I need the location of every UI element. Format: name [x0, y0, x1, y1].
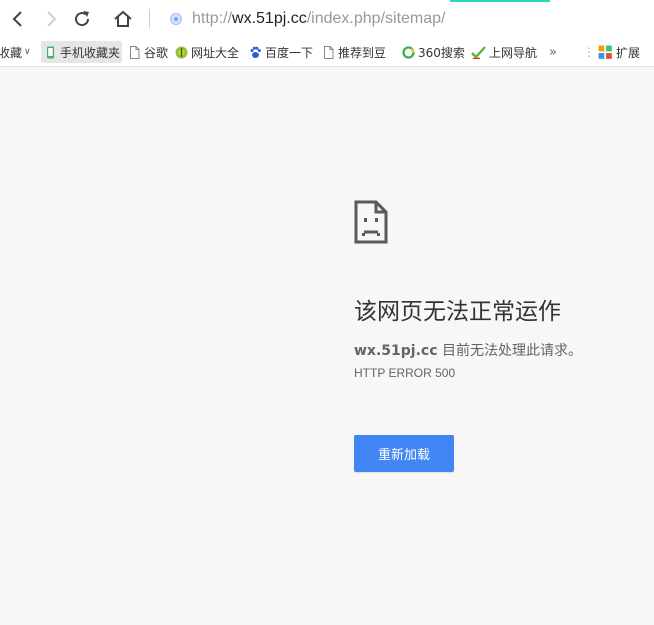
- error-description: wx.51pj.cc 目前无法处理此请求。: [354, 340, 582, 360]
- bookmark-label: 网址大全: [191, 45, 240, 60]
- 360-search-icon: [402, 45, 415, 59]
- page-icon: [324, 45, 334, 59]
- bookmark-label: 360搜索: [418, 45, 465, 60]
- baidu-paw-icon: [250, 46, 261, 58]
- bookmark-label: 上网导航: [489, 45, 538, 60]
- bookmark-favorites[interactable]: 收藏 ∨: [0, 41, 31, 63]
- bookmark-label: 谷歌: [144, 45, 169, 60]
- bookmarks-bar: 收藏 ∨ 手机收藏夹 谷歌 网址大全 百度一下 推荐到豆 360搜索 上网导航 …: [0, 37, 654, 67]
- error-message: 目前无法处理此请求。: [441, 343, 582, 359]
- sad-page-icon: [354, 200, 388, 244]
- home-icon: [114, 10, 132, 27]
- bookmarks-separator: ⋮: [583, 45, 595, 59]
- home-button[interactable]: [110, 6, 136, 32]
- extensions-icon: [598, 45, 612, 59]
- overflow-chevron-icon: »: [549, 44, 557, 60]
- bookmark-360-search[interactable]: 360搜索: [402, 41, 465, 63]
- url-scheme: http://: [192, 10, 233, 27]
- reload-button[interactable]: [69, 6, 95, 32]
- hao-nav-icon: [471, 45, 486, 59]
- bookmark-label: 推荐到豆: [338, 45, 387, 60]
- bookmark-recommend[interactable]: 推荐到豆: [322, 41, 386, 63]
- url-text[interactable]: http://wx.51pj.cc/index.php/sitemap/: [192, 10, 445, 28]
- extensions-button[interactable]: 扩展: [598, 41, 640, 63]
- bookmark-baidu[interactable]: 百度一下: [249, 41, 313, 63]
- back-button[interactable]: [5, 6, 31, 32]
- chevron-left-icon: [12, 11, 22, 27]
- bookmarks-overflow-button[interactable]: »: [549, 41, 557, 63]
- error-host: wx.51pj.cc: [354, 343, 438, 359]
- bookmark-label: 收藏: [0, 45, 23, 60]
- error-code: HTTP ERROR 500: [354, 366, 456, 380]
- toolbar-divider: [149, 9, 150, 29]
- page-icon: [130, 45, 140, 59]
- address-bar[interactable]: http://wx.51pj.cc/index.php/sitemap/: [162, 6, 642, 32]
- bookmark-hao-nav[interactable]: 上网导航: [471, 41, 537, 63]
- reload-page-button[interactable]: 重新加载: [354, 435, 454, 472]
- chevron-right-icon: [47, 11, 57, 27]
- phone-icon: [47, 46, 54, 58]
- url-host: wx.51pj.cc: [232, 10, 307, 27]
- bookmark-url-directory[interactable]: 网址大全: [175, 41, 239, 63]
- browser-toolbar: http://wx.51pj.cc/index.php/sitemap/: [0, 0, 654, 37]
- bookmark-label: 百度一下: [265, 45, 314, 60]
- error-title: 该网页无法正常运作: [354, 299, 561, 325]
- loading-progress-bar: [450, 0, 550, 2]
- reload-icon: [75, 11, 90, 27]
- bookmark-label: 扩展: [616, 45, 641, 60]
- bookmark-label: 手机收藏夹: [60, 45, 121, 60]
- url-path: /index.php/sitemap/: [306, 10, 446, 27]
- bookmark-mobile-favorites[interactable]: 手机收藏夹: [41, 41, 123, 63]
- forward-button[interactable]: [38, 6, 64, 32]
- chevron-down-icon: ∨: [24, 47, 31, 57]
- site-info-icon[interactable]: [170, 13, 182, 25]
- bookmark-google[interactable]: 谷歌: [128, 41, 168, 63]
- url-directory-icon: [175, 46, 188, 58]
